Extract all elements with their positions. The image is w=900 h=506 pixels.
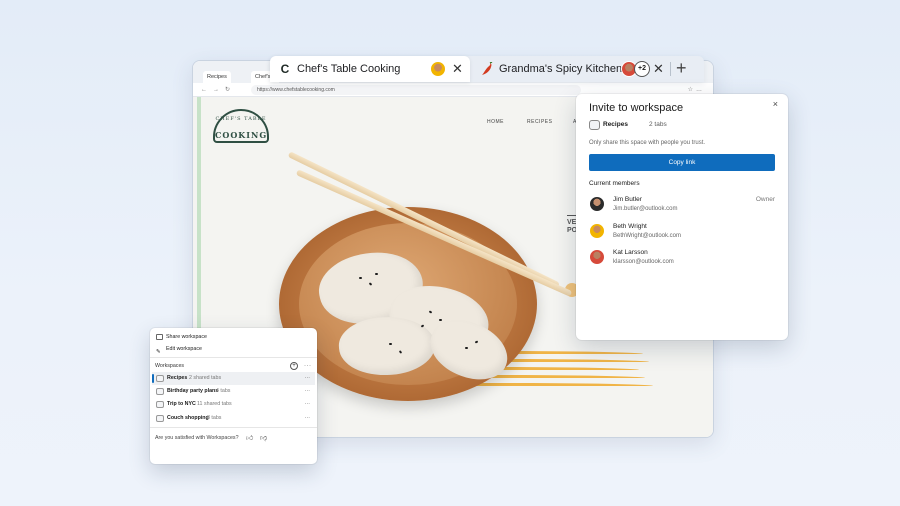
share-icon <box>156 334 163 340</box>
tab-title: Grandma's Spicy Kitchen <box>499 63 623 75</box>
sesame-seed <box>375 273 378 275</box>
menu-item-label: Share workspace <box>166 334 207 340</box>
workspace-icon <box>156 401 164 408</box>
workspace-icon <box>156 415 164 422</box>
pencil-icon: ✎ <box>156 349 161 355</box>
member-name: Beth Wright <box>613 223 647 230</box>
site-logo[interactable]: CHEF'S TABLE COOKING <box>213 109 269 143</box>
workspace-row-couch[interactable]: Couch shopping 8 tabs ··· <box>152 412 315 425</box>
member-row: Jim Butler Jim.butler@outlook.com Owner <box>589 194 775 216</box>
workspaces-heading: Workspaces <box>155 363 185 369</box>
menu-item-label: Edit workspace <box>166 346 202 352</box>
workspace-name: Birthday party plans <box>167 388 219 394</box>
workspace-name: Recipes <box>167 375 188 381</box>
tab-grandmas-spicy-kitchen[interactable]: Grandma's Spicy Kitchen +2 ✕ <box>472 56 668 82</box>
member-name: Jim Butler <box>613 196 642 203</box>
workspace-row-recipes[interactable]: Recipes 2 shared tabs ··· <box>152 372 315 385</box>
site-nav-recipes[interactable]: RECIPES <box>527 119 552 125</box>
more-collaborators-badge[interactable]: +2 <box>634 61 650 77</box>
more-options-icon[interactable]: ··· <box>305 412 310 425</box>
panel-title: Invite to workspace <box>589 102 684 114</box>
close-icon[interactable]: × <box>773 99 778 109</box>
chefs-table-favicon-icon: C <box>280 62 290 76</box>
workspace-row-nyc[interactable]: Trip to NYC 11 shared tabs ··· <box>152 398 315 411</box>
invite-to-workspace-panel: Invite to workspace × Recipes 2 tabs Onl… <box>576 94 788 340</box>
thumbs-up-icon[interactable]: 👍︎ <box>246 433 253 442</box>
chili-icon <box>481 61 493 76</box>
workspace-chip: Recipes <box>589 119 628 131</box>
close-tab-icon[interactable]: ✕ <box>653 56 664 82</box>
tab-chefs-table-cooking[interactable]: C Chef's Table Cooking ✕ <box>270 56 470 82</box>
sesame-seed <box>359 277 362 279</box>
thumbs-down-icon[interactable]: 👎︎ <box>260 433 267 442</box>
more-options-icon[interactable]: ··· <box>305 385 310 398</box>
more-options-icon[interactable]: ··· <box>305 398 310 411</box>
member-email: BethWright@outlook.com <box>613 233 682 239</box>
tab-strip: C Chef's Table Cooking ✕ Grandma's Spicy… <box>270 56 704 82</box>
workspace-icon <box>156 375 164 382</box>
sesame-seed <box>439 319 442 321</box>
dumpling-plate-image <box>279 207 537 401</box>
trust-note: Only share this space with people you tr… <box>589 140 706 146</box>
menu-divider <box>150 427 317 428</box>
address-bar[interactable]: https://www.chefstablecooking.com <box>251 85 581 95</box>
member-email: klarsson@outlook.com <box>613 259 674 265</box>
more-options-icon[interactable]: ··· <box>305 372 310 385</box>
member-role: Owner <box>755 196 775 203</box>
members-heading: Current members <box>589 180 640 187</box>
share-workspace-item[interactable]: Share workspace <box>155 331 207 343</box>
member-name: Kat Larsson <box>613 249 648 256</box>
sesame-seed <box>389 343 392 345</box>
workspace-count: 8 tabs <box>207 415 222 421</box>
member-avatar <box>589 196 605 212</box>
selected-indicator <box>152 374 154 383</box>
member-email: Jim.butler@outlook.com <box>613 206 678 212</box>
logo-text-bottom: COOKING <box>215 130 268 140</box>
workspace-tab-count: 2 tabs <box>649 121 667 128</box>
nav-buttons-icon[interactable]: ←→↻ <box>201 83 236 97</box>
site-nav-home[interactable]: HOME <box>487 119 504 125</box>
workspace-name: Couch shopping <box>167 415 209 421</box>
feedback-prompt: Are you satisfied with Workspaces? <box>155 435 239 441</box>
copy-link-button[interactable]: Copy link <box>589 154 775 171</box>
workspace-row-birthday[interactable]: Birthday party plans 4 tabs ··· <box>152 385 315 398</box>
new-tab-plus-icon[interactable]: + <box>676 56 687 80</box>
mini-tab-recipes[interactable]: Recipes <box>203 71 231 83</box>
edit-workspace-item[interactable]: ✎ Edit workspace <box>155 343 202 355</box>
sesame-seed <box>465 347 468 349</box>
workspace-icon <box>156 388 164 395</box>
tab-title: Chef's Table Cooking <box>297 63 401 75</box>
close-tab-icon[interactable]: ✕ <box>452 56 463 82</box>
menu-divider <box>150 357 317 358</box>
member-avatar <box>589 223 605 239</box>
workspace-count: 4 tabs <box>216 388 231 394</box>
workspaces-menu: Share workspace ✎ Edit workspace Workspa… <box>150 328 317 464</box>
workspace-name: Recipes <box>603 121 628 128</box>
member-avatar <box>589 249 605 265</box>
more-options-icon[interactable]: ··· <box>304 363 312 369</box>
workspace-name: Trip to NYC <box>167 401 196 407</box>
collaborator-avatar[interactable] <box>430 61 446 77</box>
logo-text-top: CHEF'S TABLE <box>215 116 267 122</box>
tab-separator <box>670 62 671 76</box>
workspace-icon <box>589 120 600 130</box>
member-row: Kat Larsson klarsson@outlook.com <box>589 247 775 269</box>
member-row: Beth Wright BethWright@outlook.com <box>589 221 775 243</box>
add-workspace-icon[interactable]: + <box>290 362 298 370</box>
workspace-count: 11 shared tabs <box>197 401 232 407</box>
workspace-count: 2 shared tabs <box>189 375 222 381</box>
